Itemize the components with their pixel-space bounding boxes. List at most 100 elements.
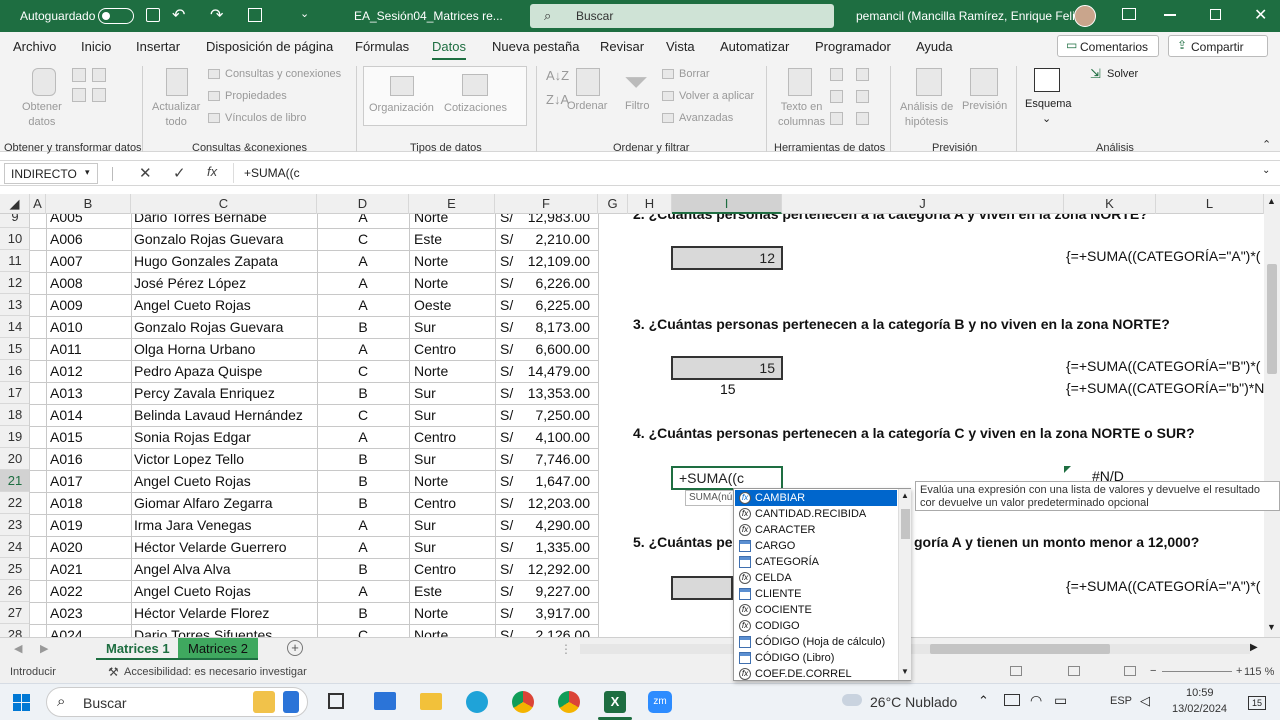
autocomplete-item[interactable]: fx CODIGO [735,618,897,634]
notifications-badge[interactable]: 15 [1248,696,1266,710]
row-header[interactable]: 19 [0,426,29,448]
page-break-icon[interactable] [1124,666,1136,676]
autocomplete-item[interactable]: CÓDIGO (Libro) [735,650,897,666]
wifi-icon[interactable]: ◠ [1030,692,1042,709]
row-header[interactable]: 21 [0,470,29,492]
enter-icon[interactable]: ✓ [173,164,186,182]
relationships-icon[interactable] [856,90,869,103]
tab-revisar[interactable]: Revisar [600,39,644,54]
tab-nueva-pestana[interactable]: Nueva pestaña [492,39,579,54]
scroll-down-icon[interactable]: ▼ [901,667,909,676]
remove-duplicates-icon[interactable] [830,90,843,103]
windows-start-icon[interactable] [13,694,30,711]
row-header[interactable]: 20 [0,448,29,470]
esquema-button[interactable]: Esquema [1025,98,1071,110]
data-types-gallery[interactable] [363,66,527,126]
tab-formulas[interactable]: Fórmulas [355,39,409,54]
search-box[interactable]: ⌕ Buscar [530,4,834,28]
error-indicator-icon[interactable] [1064,466,1071,473]
prev-sheet-icon[interactable]: ◀ [14,642,22,655]
scroll-thumb[interactable] [901,509,910,539]
row-header[interactable]: 24 [0,536,29,558]
row-header[interactable]: 14 [0,316,29,338]
autocomplete-item[interactable]: CATEGORÍA [735,554,897,570]
row-header[interactable]: 17 [0,382,29,404]
autocomplete-list[interactable]: ▲ ▼ fx CAMBIAR fx CANTIDAD.RECIBIDA fx CARACT… [733,488,911,681]
weather-text[interactable]: 26°C Nublado [870,694,957,710]
col-header-f[interactable]: F [495,194,598,214]
tab-split-handle[interactable]: ⋮ [560,642,572,656]
obtener-datos-button[interactable]: Obtener datos [22,100,62,130]
horizontal-scrollbar[interactable] [580,644,1250,654]
col-header-j[interactable]: J [782,194,1064,214]
row-header[interactable]: 9 [0,214,29,228]
from-table-icon[interactable] [72,88,86,102]
actualizar-button[interactable]: Actualizar todo [152,100,200,130]
edge-icon[interactable] [466,691,488,713]
recent-sources-icon[interactable] [92,88,106,102]
language-indicator[interactable]: ESP [1110,695,1132,707]
cancel-icon[interactable]: ✕ [139,164,152,182]
scroll-thumb[interactable] [1267,264,1277,374]
row-header[interactable]: 26 [0,580,29,602]
tab-vista[interactable]: Vista [666,39,695,54]
accessibility-status[interactable]: Accesibilidad: es necesario investigar [124,666,307,678]
filtro-button[interactable]: Filtro [625,100,649,112]
sort-az-icon[interactable]: A↓Z [546,68,569,83]
row-header[interactable]: 10 [0,228,29,250]
customize-toolbar-icon[interactable]: ⌄ [300,7,309,20]
autocomplete-item[interactable]: fx CELDA [735,570,897,586]
analisis-hipotesis-button[interactable]: Análisis de hipótesis [900,100,953,130]
add-sheet-icon[interactable]: + [287,640,303,656]
form-icon[interactable] [248,8,262,22]
col-header-a[interactable]: A [30,194,46,214]
close-icon[interactable]: ✕ [1254,5,1267,25]
avatar[interactable] [1074,5,1096,27]
zoom-app-icon[interactable]: zm [648,691,672,713]
scroll-up-icon[interactable]: ▲ [901,491,909,500]
autocomplete-item[interactable]: CÓDIGO (Hoja de cálculo) [735,634,897,650]
vertical-scrollbar[interactable]: ▲ ▼ [1264,194,1280,637]
file-explorer-icon[interactable] [420,693,442,710]
solver-button[interactable]: Solver [1107,68,1138,80]
tab-ayuda[interactable]: Ayuda [916,39,953,54]
next-sheet-icon[interactable]: ▶ [40,642,48,655]
zoom-in-icon[interactable]: + [1236,665,1242,677]
zoom-out-icon[interactable]: − [1150,665,1156,677]
excel-icon[interactable]: X [604,691,626,713]
row-header[interactable]: 13 [0,294,29,316]
tray-chevron-icon[interactable]: ⌃ [978,693,989,709]
expand-formula-icon[interactable]: ⌄ [1262,165,1270,176]
scroll-down-icon[interactable]: ▼ [1267,622,1276,632]
col-header-b[interactable]: B [46,194,131,214]
save-icon[interactable] [146,8,160,22]
vinculos-button[interactable]: Vínculos de libro [225,112,306,124]
ribbon-display-icon[interactable] [1122,8,1136,20]
scroll-right-icon[interactable]: ▶ [1250,642,1258,653]
row-header[interactable]: 12 [0,272,29,294]
autocomplete-item[interactable]: CLIENTE [735,586,897,602]
autocomplete-item[interactable]: fx CAMBIAR [735,490,897,506]
row-header[interactable]: 18 [0,404,29,426]
row-header[interactable]: 28 [0,624,29,637]
consultas-button[interactable]: Consultas y conexiones [225,68,341,80]
answer-2[interactable]: 12 [671,246,783,270]
scroll-up-icon[interactable]: ▲ [1267,196,1276,206]
active-cell-editor[interactable]: +SUMA((c [671,466,783,490]
sheet-tab-matrices-1[interactable]: Matrices 1 [96,638,180,660]
tab-archivo[interactable]: Archivo [13,39,56,54]
formula-input[interactable]: +SUMA((c [244,166,300,180]
data-validation-icon[interactable] [830,112,843,125]
mail-icon[interactable] [374,692,396,710]
display-icon[interactable] [1004,694,1020,706]
row-header[interactable]: 25 [0,558,29,580]
clock-date[interactable]: 13/02/2024 [1172,703,1227,715]
hscroll-thumb[interactable] [930,644,1110,654]
zoom-level[interactable]: 115 % [1244,666,1274,678]
task-view-icon[interactable] [328,693,344,709]
cotizaciones-button[interactable]: Cotizaciones [444,102,507,114]
tab-insertar[interactable]: Insertar [136,39,180,54]
tab-datos[interactable]: Datos [432,39,466,61]
taskbar-search[interactable]: ⌕ Buscar [46,687,308,717]
worksheet-grid[interactable]: A005 Dario Torres Bernabé A Norte S/12,983.0… [30,214,1264,637]
